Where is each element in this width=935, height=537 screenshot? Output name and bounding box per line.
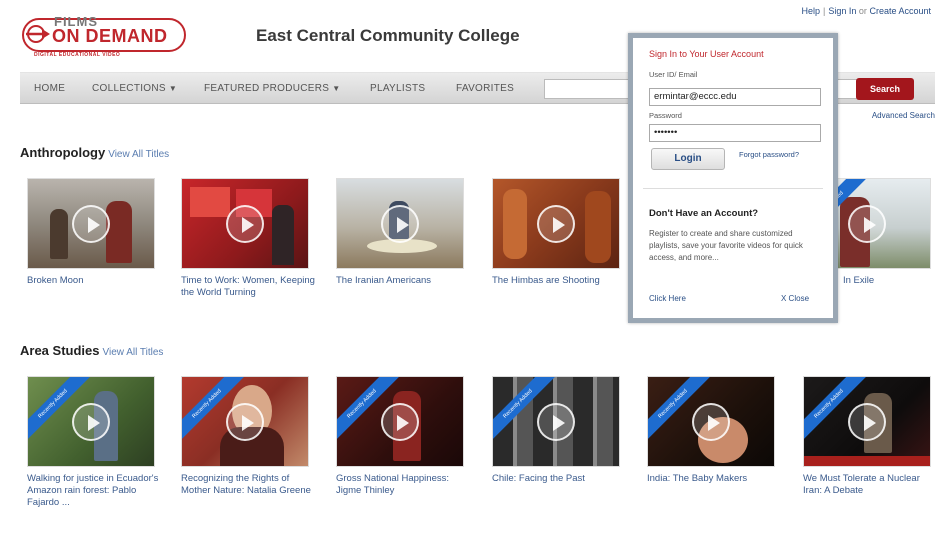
video-card[interactable]: Recently Added Recognizing the Rights of…: [181, 376, 315, 497]
nav-featured-producers-label: FEATURED PRODUCERS: [204, 83, 330, 94]
video-thumbnail[interactable]: Recently Added: [492, 376, 620, 467]
no-account-text: Register to create and share customized …: [649, 229, 803, 262]
play-icon: [848, 402, 886, 441]
sign-in-panel: Sign In to Your User Account User ID/ Em…: [628, 33, 838, 323]
video-card[interactable]: Broken Moon: [27, 178, 161, 287]
or-text: or: [858, 6, 867, 16]
play-icon: [226, 204, 264, 243]
video-thumbnail[interactable]: [181, 178, 309, 269]
play-icon: [381, 402, 419, 441]
click-here-link[interactable]: Click Here: [649, 294, 686, 303]
search-button[interactable]: Search: [856, 78, 914, 100]
play-icon: [226, 402, 264, 441]
view-all-link[interactable]: View All Titles: [102, 347, 163, 358]
user-id-label: User ID/ Email: [649, 70, 698, 79]
video-title[interactable]: The Iranian Americans: [336, 275, 470, 287]
video-thumbnail[interactable]: Recently Added: [803, 376, 931, 467]
section-title-area-studies: Area Studies View All Titles: [20, 343, 163, 358]
nav-featured-producers[interactable]: FEATURED PRODUCERS ▼: [204, 83, 340, 94]
video-card[interactable]: Recently Added Chile: Facing the Past: [492, 376, 626, 485]
video-title[interactable]: We Must Tolerate a Nuclear Iran: A Debat…: [803, 473, 935, 497]
close-panel-button[interactable]: X Close: [781, 294, 809, 303]
video-card[interactable]: Recently Added Gross National Happiness:…: [336, 376, 470, 497]
play-icon: [848, 204, 886, 243]
login-button[interactable]: Login: [651, 148, 725, 170]
nav-favorites[interactable]: FAVORITES: [456, 83, 514, 94]
video-card[interactable]: Recently Added We Must Tolerate a Nuclea…: [803, 376, 935, 497]
video-title[interactable]: Gross National Happiness: Jigme Thinley: [336, 473, 470, 497]
help-link[interactable]: Help: [802, 6, 821, 16]
password-field[interactable]: •••••••: [649, 124, 821, 142]
video-thumbnail[interactable]: [336, 178, 464, 269]
nav-playlists[interactable]: PLAYLISTS: [370, 83, 425, 94]
video-title[interactable]: India: The Baby Makers: [647, 473, 781, 485]
no-account-heading: Don't Have an Account?: [649, 208, 759, 219]
chevron-down-icon: ▼: [332, 84, 341, 93]
password-label: Password: [649, 111, 682, 120]
top-links: Help | Sign In or Create Account: [801, 6, 931, 16]
nav-home[interactable]: HOME: [34, 83, 65, 94]
forgot-password-link[interactable]: Forgot password?: [739, 150, 799, 159]
section-title-anthropology: Anthropology View All Titles: [20, 145, 169, 160]
video-thumbnail[interactable]: Recently Added: [336, 376, 464, 467]
nav-collections-label: COLLECTIONS: [92, 83, 166, 94]
video-card[interactable]: The Iranian Americans: [336, 178, 470, 287]
play-icon: [537, 402, 575, 441]
play-icon: [692, 402, 730, 441]
user-id-field[interactable]: ermintar@eccc.edu: [649, 88, 821, 106]
play-icon: [72, 402, 110, 441]
video-title[interactable]: Chile: Facing the Past: [492, 473, 626, 485]
section-heading: Anthropology: [20, 145, 106, 160]
college-name: East Central Community College: [256, 26, 520, 45]
video-card[interactable]: The Himbas are Shooting: [492, 178, 626, 287]
video-title[interactable]: Broken Moon: [27, 275, 161, 287]
video-thumbnail[interactable]: Recently Added: [27, 376, 155, 467]
advanced-search-link[interactable]: Advanced Search: [872, 111, 935, 120]
video-card[interactable]: Recently Added Walking for justice in Ec…: [27, 376, 161, 509]
logo-main-text: ON DEMAND: [52, 26, 168, 46]
logo-arrow-icon: [26, 25, 50, 43]
video-title[interactable]: Recognizing the Rights of Mother Nature:…: [181, 473, 315, 497]
logo-subtitle: DIGITAL EDUCATIONAL VIDEO: [34, 52, 121, 58]
video-thumbnail[interactable]: [492, 178, 620, 269]
video-thumbnail[interactable]: Recently Added: [647, 376, 775, 467]
video-thumbnail[interactable]: Recently Added: [181, 376, 309, 467]
video-title[interactable]: The Himbas are Shooting: [492, 275, 626, 287]
section-heading: Area Studies: [20, 343, 100, 358]
play-icon: [381, 204, 419, 243]
video-title[interactable]: Walking for justice in Ecuador's Amazon …: [27, 473, 161, 509]
films-on-demand-logo[interactable]: FILMS ON DEMAND DIGITAL EDUCATIONAL VIDE…: [20, 14, 190, 60]
chevron-down-icon: ▼: [168, 84, 178, 93]
video-card[interactable]: Time to Work: Women, Keeping the World T…: [181, 178, 315, 299]
nav-collections[interactable]: COLLECTIONS ▼: [92, 83, 177, 94]
video-title[interactable]: Time to Work: Women, Keeping the World T…: [181, 275, 315, 299]
panel-divider: [643, 188, 823, 189]
video-thumbnail[interactable]: [27, 178, 155, 269]
create-account-link[interactable]: Create Account: [869, 6, 931, 16]
play-icon: [72, 204, 110, 243]
view-all-link[interactable]: View All Titles: [108, 149, 169, 160]
play-icon: [537, 204, 575, 243]
sign-in-link[interactable]: Sign In: [828, 6, 856, 16]
video-card[interactable]: Recently Added India: The Baby Makers: [647, 376, 781, 485]
sign-in-title: Sign In to Your User Account: [649, 49, 764, 59]
